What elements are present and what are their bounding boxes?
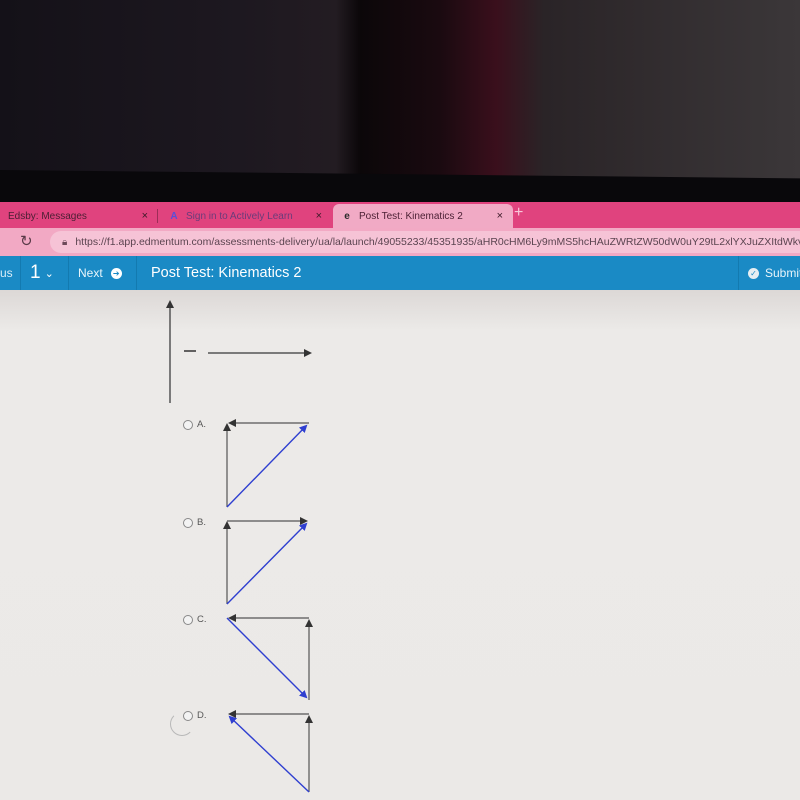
- option-resultant-vector: [228, 715, 310, 793]
- radio-button[interactable]: [183, 517, 193, 528]
- option-letter: A.: [197, 419, 206, 430]
- radio-button[interactable]: [183, 614, 193, 625]
- option-letter: C.: [197, 614, 207, 625]
- answer-option-a[interactable]: A.: [183, 419, 206, 430]
- option-letter: D.: [197, 710, 207, 721]
- option-resultant-vector: [226, 522, 308, 605]
- answer-option-c[interactable]: C.: [183, 614, 207, 625]
- option-resultant-vector: [226, 424, 308, 508]
- option-resultant-vector: [226, 617, 308, 699]
- radio-button[interactable]: [183, 419, 193, 430]
- option-letter: B.: [197, 517, 206, 528]
- vector-diagram: [166, 300, 313, 793]
- answer-option-b[interactable]: B.: [183, 517, 206, 528]
- cursor-indicator: [170, 712, 194, 736]
